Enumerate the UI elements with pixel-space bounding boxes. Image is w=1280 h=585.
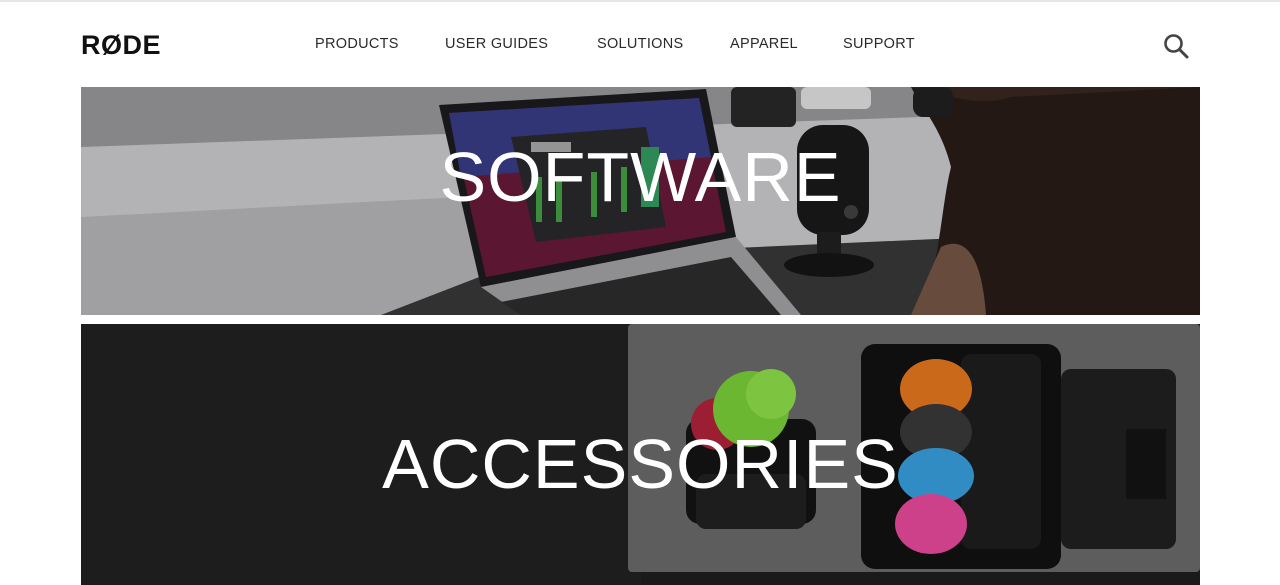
software-banner[interactable]: SOFTWARE — [81, 87, 1200, 315]
nav-item-apparel[interactable]: APPAREL — [730, 36, 798, 52]
search-icon[interactable] — [1162, 32, 1190, 60]
nav-item-solutions[interactable]: SOLUTIONS — [597, 36, 684, 52]
nav-item-products[interactable]: PRODUCTS — [315, 36, 399, 52]
software-banner-title[interactable]: SOFTWARE — [81, 137, 1200, 217]
main-nav: PRODUCTS USER GUIDES SOLUTIONS APPAREL S… — [0, 36, 1280, 56]
nav-item-support[interactable]: SUPPORT — [843, 36, 915, 52]
nav-item-user-guides[interactable]: USER GUIDES — [445, 36, 548, 52]
accessories-banner[interactable]: ACCESSORIES — [81, 324, 1200, 585]
accessories-banner-title[interactable]: ACCESSORIES — [81, 424, 1200, 504]
site-header: RØDE PRODUCTS USER GUIDES SOLUTIONS APPA… — [0, 2, 1280, 87]
banner-divider — [81, 315, 1200, 324]
